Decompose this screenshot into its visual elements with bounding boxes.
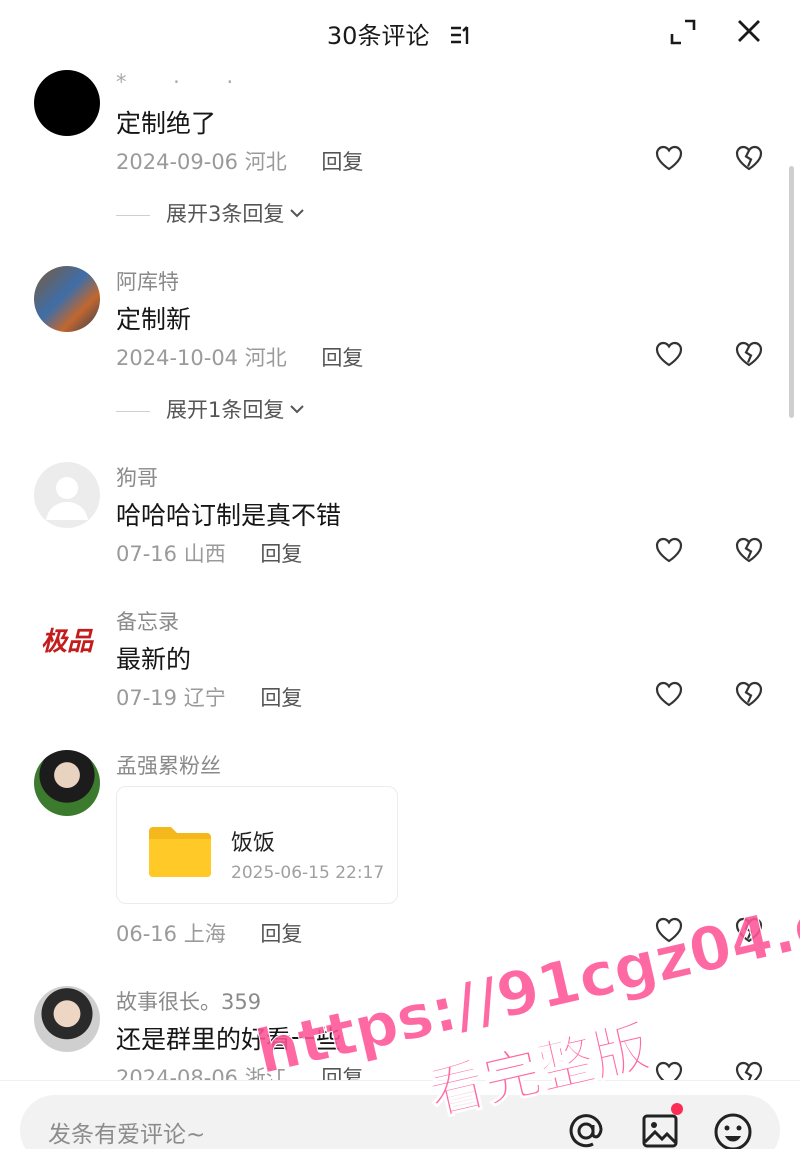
comment-item: 故事很长。359 还是群里的好看一些 2024-08-06 浙江 回复 <box>0 982 800 1080</box>
comment-meta: 06-16 上海 回复 <box>116 918 302 948</box>
mention-icon[interactable] <box>566 1111 606 1149</box>
comment-item: * · · 定制绝了 2024-09-06 河北 回复 展开3条回复 <box>0 66 800 262</box>
comment-meta: 2024-09-06 河北 回复 <box>116 146 363 176</box>
comment-username[interactable]: 孟强累粉丝 <box>116 750 221 780</box>
like-icon[interactable] <box>654 916 684 944</box>
dislike-icon[interactable] <box>734 916 764 944</box>
avatar[interactable] <box>34 266 100 332</box>
expand-replies-button[interactable]: 展开1条回复 <box>116 394 305 424</box>
expand-replies-button[interactable]: 展开3条回复 <box>116 198 305 228</box>
sort-icon[interactable] <box>449 24 473 46</box>
default-avatar-icon <box>46 477 88 520</box>
dislike-icon[interactable] <box>734 680 764 708</box>
dislike-icon[interactable] <box>734 1060 764 1080</box>
reply-button[interactable]: 回复 <box>260 686 302 710</box>
close-icon[interactable] <box>736 18 762 44</box>
expand-replies-label: 展开1条回复 <box>166 398 285 422</box>
comment-username[interactable]: 阿库特 <box>116 266 179 296</box>
dislike-icon[interactable] <box>734 536 764 564</box>
comment-date: 07-16 <box>116 542 178 566</box>
avatar-calligraphy: 极品 <box>40 626 93 657</box>
comment-username[interactable]: 故事很长。359 <box>116 986 261 1016</box>
fullscreen-icon[interactable] <box>669 18 697 46</box>
comment-location: 辽宁 <box>183 686 226 710</box>
comment-meta: 2024-08-06 浙江 回复 <box>116 1062 363 1080</box>
comment-input-placeholder: 发条有爱评论~ <box>48 1122 206 1148</box>
chevron-down-icon <box>290 209 305 218</box>
file-date: 2025-06-15 22:17 <box>231 863 385 883</box>
file-name: 饭饭 <box>231 831 276 856</box>
comment-date: 2024-10-04 <box>116 346 239 370</box>
comment-date: 2024-09-06 <box>116 150 239 174</box>
comment-date: 07-19 <box>116 686 178 710</box>
reply-button[interactable]: 回复 <box>260 542 302 566</box>
comment-item: 极品 备忘录 最新的 07-19 辽宁 回复 <box>0 602 800 746</box>
comment-item: 狗哥 哈哈哈订制是真不错 07-16 山西 回复 <box>0 458 800 602</box>
divider <box>116 214 150 216</box>
shared-file-card[interactable]: 饭饭 2025-06-15 22:17 <box>116 786 398 904</box>
comment-location: 河北 <box>244 346 287 370</box>
comment-username[interactable]: * · · <box>116 70 253 94</box>
reply-button[interactable]: 回复 <box>321 150 363 174</box>
comment-item: 阿库特 定制新 2024-10-04 河北 回复 展开1条回复 <box>0 262 800 458</box>
like-icon[interactable] <box>654 1060 684 1080</box>
chevron-down-icon <box>290 405 305 414</box>
avatar[interactable]: 极品 <box>34 606 100 672</box>
comment-text: 还是群里的好看一些 <box>116 1025 342 1054</box>
comment-text: 最新的 <box>116 645 192 674</box>
comment-composer: 发条有爱评论~ <box>0 1080 800 1149</box>
like-icon[interactable] <box>654 144 684 172</box>
comment-count-label: 30条评论 <box>326 22 430 50</box>
comment-list[interactable]: * · · 定制绝了 2024-09-06 河北 回复 展开3条回复 阿库特 定… <box>0 66 800 1080</box>
comment-username[interactable]: 狗哥 <box>116 462 158 492</box>
comment-location: 浙江 <box>244 1066 287 1080</box>
comment-text: 哈哈哈订制是真不错 <box>116 501 342 530</box>
like-icon[interactable] <box>654 680 684 708</box>
dislike-icon[interactable] <box>734 144 764 172</box>
image-icon[interactable] <box>640 1111 680 1149</box>
reply-button[interactable]: 回复 <box>321 1066 363 1080</box>
scrollbar[interactable] <box>789 166 794 418</box>
comment-location: 上海 <box>183 922 226 946</box>
reply-button[interactable]: 回复 <box>321 346 363 370</box>
avatar[interactable] <box>34 70 100 136</box>
comment-text: 定制绝了 <box>116 109 217 138</box>
comment-date: 2024-08-06 <box>116 1066 239 1080</box>
comment-location: 山西 <box>183 542 226 566</box>
reply-button[interactable]: 回复 <box>260 922 302 946</box>
like-icon[interactable] <box>654 536 684 564</box>
comment-item: 孟强累粉丝 饭饭 2025-06-15 22:17 06-16 上海 回复 <box>0 746 800 982</box>
comment-meta: 07-16 山西 回复 <box>116 538 302 568</box>
emoji-icon[interactable] <box>712 1111 754 1149</box>
notification-dot <box>671 1103 683 1115</box>
comment-date: 06-16 <box>116 922 178 946</box>
comment-meta: 2024-10-04 河北 回复 <box>116 342 363 372</box>
avatar[interactable] <box>34 986 100 1052</box>
divider <box>116 410 150 412</box>
folder-icon <box>149 827 211 877</box>
expand-replies-label: 展开3条回复 <box>166 202 285 226</box>
comments-header: 30条评论 <box>0 0 800 66</box>
comment-text: 定制新 <box>116 305 192 334</box>
comment-location: 河北 <box>244 150 287 174</box>
dislike-icon[interactable] <box>734 340 764 368</box>
comment-input[interactable]: 发条有爱评论~ <box>20 1095 780 1149</box>
avatar[interactable] <box>34 750 100 816</box>
avatar[interactable] <box>34 462 100 528</box>
comment-username[interactable]: 备忘录 <box>116 606 179 636</box>
like-icon[interactable] <box>654 340 684 368</box>
comment-meta: 07-19 辽宁 回复 <box>116 682 302 712</box>
